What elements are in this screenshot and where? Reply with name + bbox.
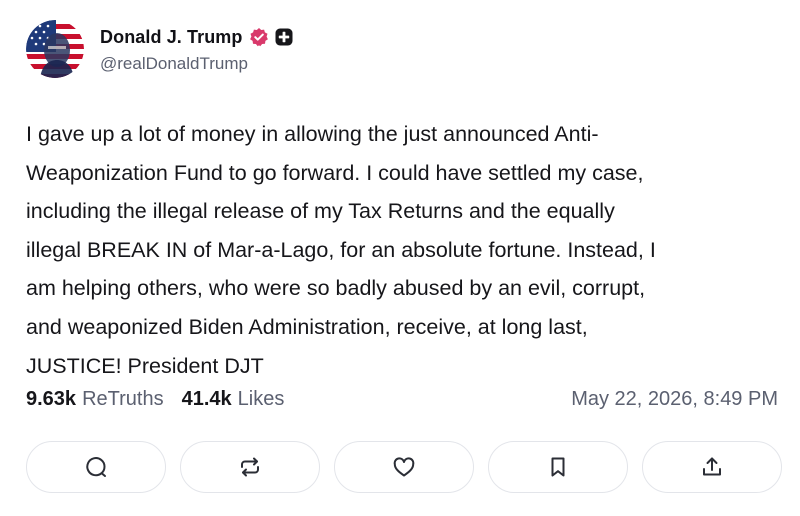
like-button[interactable] bbox=[334, 441, 474, 493]
author-info: Donald J. Trump @realDonaldTrump bbox=[100, 24, 293, 74]
heart-icon bbox=[393, 457, 415, 477]
action-bar bbox=[26, 441, 782, 493]
post-stats: 9.63k ReTruths 41.4k Likes bbox=[26, 388, 284, 411]
retruths-label[interactable]: ReTruths bbox=[82, 388, 164, 411]
share-icon bbox=[703, 457, 721, 476]
author-name-row: Donald J. Trump bbox=[100, 24, 293, 50]
bookmark-button[interactable] bbox=[488, 441, 628, 493]
bookmark-icon bbox=[551, 457, 565, 477]
likes-count[interactable]: 41.4k bbox=[182, 388, 232, 411]
verified-badge-icon bbox=[249, 28, 268, 47]
share-button[interactable] bbox=[642, 441, 782, 493]
post-card: Donald J. Trump @realDonaldTrump I gave … bbox=[0, 0, 800, 516]
post-header: Donald J. Trump @realDonaldTrump bbox=[26, 20, 293, 78]
truth-plus-badge-icon bbox=[275, 28, 293, 46]
repost-icon bbox=[241, 457, 259, 477]
comment-icon bbox=[86, 457, 106, 477]
post-body-text: I gave up a lot of money in allowing the… bbox=[26, 122, 656, 378]
retruths-count[interactable]: 9.63k bbox=[26, 388, 76, 411]
avatar[interactable] bbox=[26, 20, 84, 78]
post-timestamp: May 22, 2026, 8:49 PM bbox=[571, 388, 778, 410]
reply-button[interactable] bbox=[26, 441, 166, 493]
retruth-button[interactable] bbox=[180, 441, 320, 493]
author-handle[interactable]: @realDonaldTrump bbox=[100, 54, 293, 74]
likes-label[interactable]: Likes bbox=[238, 388, 285, 411]
author-display-name[interactable]: Donald J. Trump bbox=[100, 27, 243, 48]
